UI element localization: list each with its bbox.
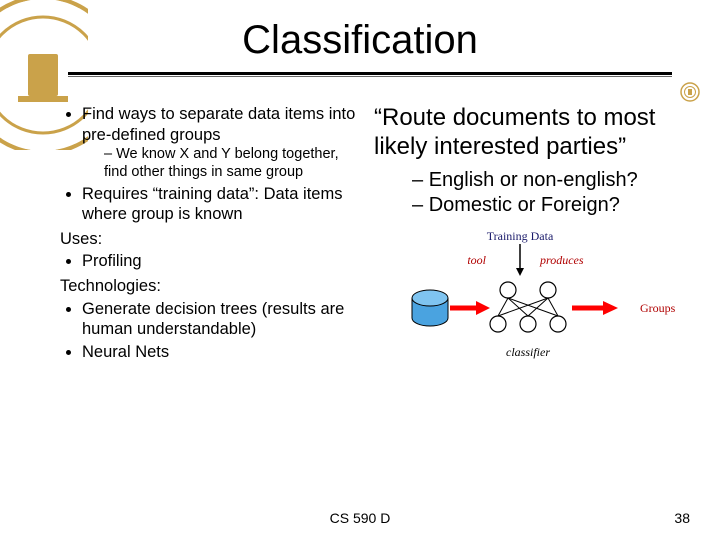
bullet-domestic: Domestic or Foreign?: [412, 193, 690, 218]
left-column: Find ways to separate data items into pr…: [60, 104, 360, 490]
label-classifier: classifier: [506, 345, 550, 359]
label-groups: Groups: [640, 301, 676, 315]
label-produces: produces: [539, 253, 584, 267]
body-columns: Find ways to separate data items into pr…: [60, 104, 690, 490]
quote-route-documents: “Route documents to most likely interest…: [370, 104, 690, 162]
title-rule: [68, 72, 672, 75]
slide-title: Classification: [0, 18, 720, 63]
mini-seal-icon: [680, 82, 700, 102]
slide: Classification Find ways to separate dat…: [0, 0, 720, 540]
technologies-label: Technologies:: [60, 276, 360, 297]
label-tool: tool: [467, 253, 486, 267]
bullet-text: Find ways to separate data items into pr…: [82, 105, 355, 144]
uses-label: Uses:: [60, 229, 360, 250]
label-training-data: Training Data: [487, 229, 554, 243]
right-column: “Route documents to most likely interest…: [370, 104, 690, 490]
subbullet-know-xy: We know X and Y belong together, find ot…: [104, 145, 360, 181]
bullet-neural-nets: Neural Nets: [82, 342, 360, 363]
bullet-training-data: Requires “training data”: Data items whe…: [82, 184, 360, 225]
footer-course: CS 590 D: [0, 510, 720, 526]
bullet-english: English or non-english?: [412, 168, 690, 193]
title-rule-thin: [68, 76, 672, 77]
footer-page-number: 38: [674, 510, 690, 526]
bullet-profiling: Profiling: [82, 251, 360, 272]
bullet-separate: Find ways to separate data items into pr…: [82, 104, 360, 182]
bullet-decision-trees: Generate decision trees (results are hum…: [82, 299, 360, 340]
classifier-diagram: Training Data tool produces: [400, 228, 690, 374]
